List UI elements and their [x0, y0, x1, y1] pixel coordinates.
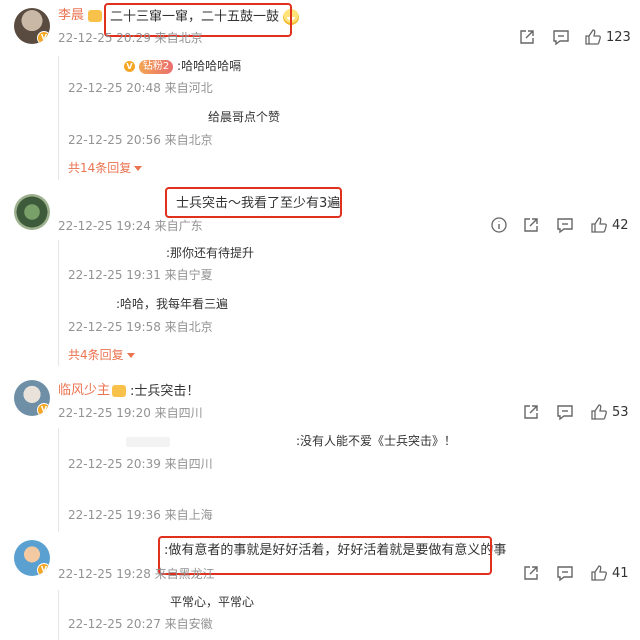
- reply-divider: [58, 56, 59, 180]
- more-replies-label: 共14条回复: [68, 161, 132, 175]
- comment-button[interactable]: [556, 403, 574, 421]
- comment-username[interactable]: 临风少主: [58, 383, 110, 399]
- more-replies-link[interactable]: 共4条回复: [68, 347, 135, 363]
- share-icon: [524, 218, 538, 232]
- thumbs-up-icon: [591, 565, 607, 581]
- reply-meta: 22-12-25 20:39 来自四川: [68, 457, 213, 471]
- like-count: 123: [606, 29, 631, 45]
- more-replies-link[interactable]: 共14条回复: [68, 160, 143, 176]
- more-info-button[interactable]: [490, 216, 508, 234]
- verified-dot-icon: V: [124, 61, 135, 72]
- avatar[interactable]: [14, 194, 50, 230]
- comment-icon: [553, 30, 569, 46]
- highlight-box: [165, 187, 342, 218]
- comment-button[interactable]: [552, 28, 570, 46]
- comment-icon: [557, 405, 573, 421]
- like-count: 41: [612, 565, 629, 581]
- reply-text: :哈哈，我每年看三遍: [116, 297, 229, 311]
- thumbs-up-icon: [591, 217, 607, 233]
- reply-divider: [58, 428, 59, 532]
- reply-meta: 22-12-25 20:27 来自安徽: [68, 617, 213, 631]
- like-button[interactable]: 123: [584, 28, 631, 46]
- like-count: 53: [612, 404, 629, 420]
- crown-icon: [112, 385, 126, 397]
- thumbs-up-icon: [591, 404, 607, 420]
- reply-item: V 钻粉2 :哈哈哈哈嗝: [124, 58, 241, 74]
- reply-meta: 22-12-25 20:56 来自北京: [68, 133, 213, 147]
- share-icon: [520, 30, 534, 44]
- comment-meta: 22-12-25 20:29 来自北京: [58, 31, 203, 45]
- reply-meta: 22-12-25 19:31 来自宁夏: [68, 268, 213, 282]
- reply-divider: [58, 590, 59, 640]
- comment-meta: 22-12-25 19:24 来自广东: [58, 219, 203, 233]
- reply-meta: 22-12-25 19:58 来自北京: [68, 320, 213, 334]
- share-icon: [524, 405, 538, 419]
- share-button[interactable]: [522, 403, 540, 421]
- reply-text: :哈哈哈哈嗝: [177, 59, 242, 73]
- share-icon: [524, 566, 538, 580]
- more-replies-label: 共4条回复: [68, 348, 124, 362]
- like-button[interactable]: 41: [590, 564, 629, 582]
- comment-icon: [557, 218, 573, 234]
- reply-text: :没有人能不爱《士兵突击》！: [296, 434, 457, 448]
- crown-icon: [88, 10, 102, 22]
- thumbs-up-icon: [585, 29, 601, 45]
- like-button[interactable]: 53: [590, 403, 629, 421]
- verified-badge-icon: V: [37, 403, 50, 416]
- reply-text: 平常心，平常心: [170, 595, 255, 609]
- reply-text: :那你还有待提升: [166, 246, 255, 260]
- comment-text: :士兵突击！: [130, 384, 200, 399]
- reply-divider: [58, 240, 59, 366]
- reply-meta: 22-12-25 20:48 来自河北: [68, 81, 213, 95]
- avatar[interactable]: V: [14, 380, 50, 416]
- avatar[interactable]: V: [14, 540, 50, 576]
- like-count: 42: [612, 217, 629, 233]
- fan-badge: 钻粉2: [138, 59, 174, 74]
- like-button[interactable]: 42: [590, 216, 629, 234]
- comment-icon: [557, 566, 573, 582]
- chevron-down-icon: [134, 166, 143, 171]
- comment-meta: 22-12-25 19:20 来自四川: [58, 406, 203, 420]
- comment-username[interactable]: 李晨: [58, 8, 84, 24]
- reply-text: 给晨哥点个赞: [208, 110, 281, 124]
- share-button[interactable]: [518, 28, 536, 46]
- info-icon: [491, 217, 507, 233]
- reply-meta: 22-12-25 19:36 来自上海: [68, 508, 213, 522]
- comment-button[interactable]: [556, 564, 574, 582]
- comment-button[interactable]: [556, 216, 574, 234]
- verified-badge-icon: V: [37, 563, 50, 576]
- chevron-down-icon: [126, 353, 135, 358]
- verified-badge-icon: V: [37, 31, 50, 44]
- avatar[interactable]: V: [14, 8, 50, 44]
- share-button[interactable]: [522, 564, 540, 582]
- share-button[interactable]: [522, 216, 540, 234]
- comment-meta: 22-12-25 19:28 来自黑龙江: [58, 567, 215, 581]
- blurred-username: [126, 437, 170, 447]
